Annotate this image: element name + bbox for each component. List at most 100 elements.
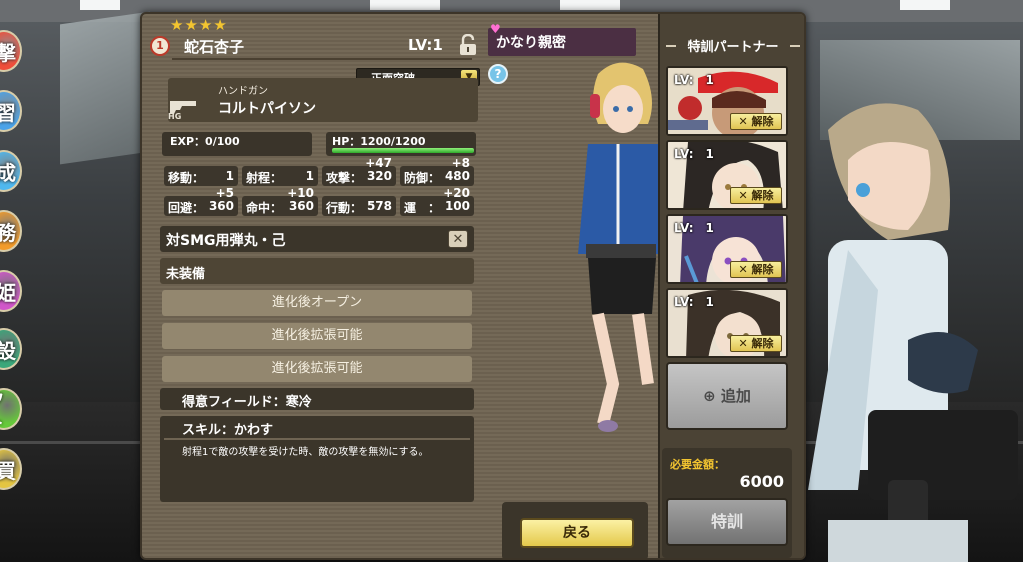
stat-attack: 攻撃： 320 +47 [322,156,396,186]
stat-accuracy: 命中： 360 +10 [242,186,318,216]
close-icon: ✕ [738,189,752,202]
weapon-name: コルトパイソン [218,101,316,117]
plus-icon: ⊕ [703,387,721,405]
stat-move: 移動： 1 [164,166,238,186]
stat-value: 1 [305,169,314,183]
partner-level: LV: 1 [674,73,714,87]
remove-equipment-icon[interactable]: ✕ [448,230,468,248]
equipped-item-name: 対SMG用弾丸・己 [166,233,286,249]
release-label: 解除 [751,337,774,350]
stat-value: 360 [208,199,234,213]
release-button[interactable]: ✕ 解除 [730,113,782,130]
locked-slot-1: 進化後オープン [162,290,472,316]
partner-card-2[interactable]: LV: 1 ✕ 解除 [666,140,788,210]
partner-card-1[interactable]: LV: 1 ✕ 解除 [666,66,788,136]
stat-bonus: +8 [451,156,470,170]
stat-bonus: +47 [365,156,392,170]
release-label: 解除 [751,115,774,128]
stat-label: 射程： [246,171,283,185]
stat-action: 行動： 578 [322,196,396,216]
ceiling-lamp [80,0,120,10]
side-menu-label: 成 [0,160,16,185]
cost-label: 必要金額： [670,458,725,471]
stat-value: 480 [444,169,470,183]
release-label: 解除 [751,263,774,276]
stat-value: 578 [366,199,392,213]
stat-range: 射程： 1 [242,166,318,186]
character-art-large [808,103,1018,562]
skill-title: スキル：かわす [182,423,274,438]
hp-gauge [332,148,474,153]
stat-luck: 運 ： 100 +20 [400,186,474,216]
release-button[interactable]: ✕ 解除 [730,335,782,352]
stat-value: 1 [225,169,234,183]
stat-label: 行動： [326,201,363,215]
unequipped-title: 未装備 [166,267,206,282]
side-menu-label: 務 [0,220,16,245]
wall-monitor [60,11,150,165]
close-icon: ✕ [738,115,752,128]
partner-level: LV: 1 [674,147,714,161]
ceiling-lamp [370,0,440,10]
exp-text: EXP：0/100 [170,135,240,148]
locked-slot-3: 進化後拡張可能 [162,356,472,382]
side-menu-label: 姫 [0,280,16,305]
character-detail-dialog: ★★★★ 1 蛇石杏子 LV:1 ♥ かなり親密 正面突破 ▼ ? ハンドガン … [140,12,806,560]
close-icon: ✕ [738,337,752,350]
stat-label: 移動： [168,171,205,185]
ceiling-lamp [900,0,950,10]
weapon-box [168,78,478,122]
cost-value: 6000 [739,472,784,491]
locked-slot-2: 進化後拡張可能 [162,323,472,349]
divider [164,438,470,440]
partner-card-4[interactable]: LV: 1 ✕ 解除 [666,288,788,358]
close-icon: ✕ [738,263,752,276]
stat-label: 攻撃： [326,171,363,185]
back-button[interactable]: 戻る [520,518,634,548]
add-partner-button[interactable]: ⊕ 追加 [666,362,788,430]
character-portrait [578,62,663,432]
stat-label: 運 ： [404,201,441,215]
hp-text: HP：1200/1200 [332,135,426,148]
stat-defense: 防御： 480 +8 [400,156,474,186]
handgun-icon: HG [168,101,196,120]
partner-level: LV: 1 [674,295,714,309]
side-menu-label: 買 [0,458,16,483]
add-label: 追加 [720,387,751,405]
affinity-text: かなり親密 [496,35,566,51]
help-icon[interactable]: ? [488,64,508,84]
weapon-type: ハンドガン [218,86,268,97]
train-button[interactable]: 特訓 [666,498,788,546]
release-button[interactable]: ✕ 解除 [730,187,782,204]
unequipped-slot[interactable] [160,258,474,284]
stat-value: 320 [366,169,392,183]
stat-label: 防御： [404,171,441,185]
stat-evade: 回避： 360 +5 [164,186,238,216]
stat-label: 回避： [168,201,205,215]
character-name: 蛇石杏子 [184,38,245,56]
release-button[interactable]: ✕ 解除 [730,261,782,278]
side-menu-label: ウト [0,385,16,433]
favored-field: 得意フィールド：寒冷 [182,395,312,410]
rarity-badge: 1 [150,36,170,56]
weapon-class-label: HG [168,112,181,120]
stat-value: 100 [444,199,470,213]
side-menu-label: 習 [0,100,16,125]
ceiling-lamp [560,0,620,10]
hp-gauge-fill [332,148,474,153]
name-bar: 蛇石杏子 LV:1 [172,32,476,60]
side-menu-label: 設 [0,338,16,363]
stat-bonus: +20 [443,186,470,200]
skill-description: 射程1で敵の攻撃を受けた時、敵の攻撃を無効にする。 [182,447,429,458]
release-label: 解除 [751,189,774,202]
partner-card-3[interactable]: LV: 1 ✕ 解除 [666,214,788,284]
stat-bonus: +5 [215,186,234,200]
side-menu-label: 撃 [0,40,16,65]
unlock-icon[interactable] [458,34,478,56]
character-level: LV:1 [408,36,443,54]
stat-bonus: +10 [287,186,314,200]
partner-title: 特訓パートナー [666,36,800,56]
stat-label: 命中： [246,201,283,215]
partner-level: LV: 1 [674,221,714,235]
stat-value: 360 [288,199,314,213]
